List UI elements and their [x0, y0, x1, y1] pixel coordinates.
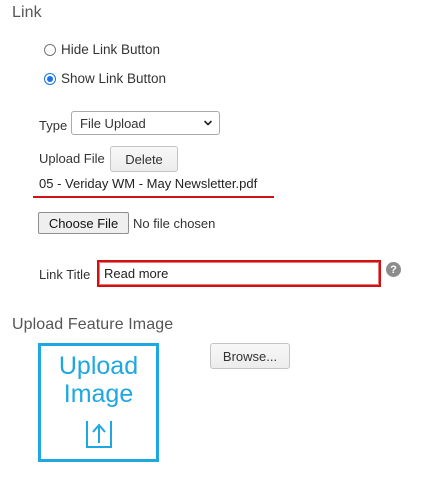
no-file-chosen-text: No file chosen: [133, 216, 216, 231]
link-title-value: Read more: [104, 266, 169, 281]
placeholder-line2: Image: [63, 380, 134, 408]
type-select[interactable]: File Upload: [71, 111, 220, 135]
chevron-down-icon: [204, 120, 212, 126]
upload-file-label: Upload File: [39, 151, 105, 166]
show-link-radio-label: Show Link Button: [61, 71, 167, 86]
link-settings-panel: Link Hide Link Button Show Link Button T…: [0, 0, 431, 492]
link-heading: Link: [12, 4, 42, 21]
feature-image-placeholder[interactable]: Upload Image: [38, 343, 159, 462]
help-icon[interactable]: ?: [386, 262, 401, 277]
hide-link-radio-label: Hide Link Button: [61, 42, 161, 57]
type-label: Type: [39, 118, 68, 133]
help-glyph: ?: [390, 263, 397, 276]
show-link-radio-circle[interactable]: [44, 72, 56, 85]
link-title-label: Link Title: [39, 267, 91, 282]
hide-link-radio[interactable]: Hide Link Button: [44, 42, 160, 57]
placeholder-line1: Upload: [58, 352, 139, 380]
filename-highlight-underline: [33, 196, 274, 198]
show-link-radio[interactable]: Show Link Button: [44, 71, 166, 86]
delete-button[interactable]: Delete: [110, 146, 178, 172]
link-title-input[interactable]: Read more: [97, 260, 381, 287]
hide-link-radio-circle[interactable]: [44, 43, 56, 56]
uploaded-filename: 05 - Veriday WM - May Newsletter.pdf: [39, 176, 258, 191]
type-select-value: File Upload: [80, 115, 146, 131]
choose-file-button[interactable]: Choose File: [38, 212, 129, 234]
feature-image-heading: Upload Feature Image: [12, 316, 174, 333]
upload-arrow-icon: [86, 421, 112, 448]
browse-button[interactable]: Browse...: [210, 343, 290, 369]
